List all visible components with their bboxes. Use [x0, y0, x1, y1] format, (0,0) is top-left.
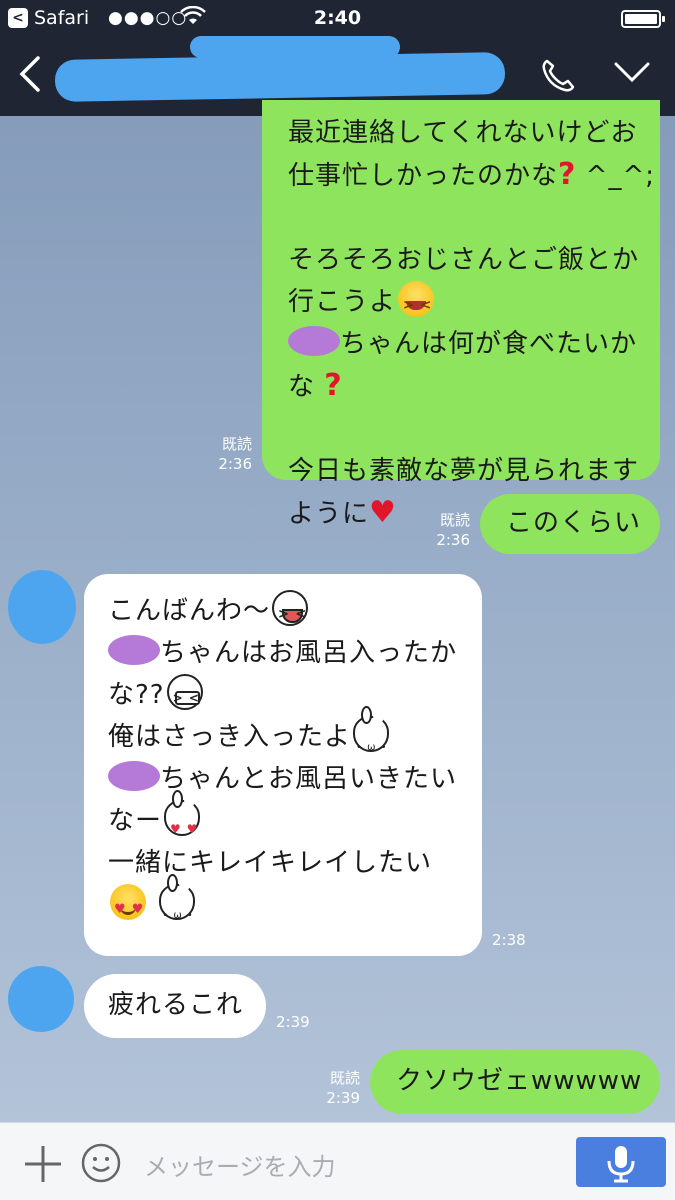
heart-eyes-emoji-icon — [110, 884, 146, 931]
message-meta: 既読 2:39 — [308, 1068, 360, 1108]
contact-avatar[interactable] — [8, 570, 76, 644]
heart-icon: ♥ — [369, 495, 397, 530]
microphone-icon — [607, 1146, 635, 1183]
redacted-contact-name — [54, 52, 506, 102]
message-input[interactable]: メッセージを入力 — [144, 1147, 336, 1182]
laughing-face-icon — [272, 590, 309, 636]
read-receipt: 既読 — [329, 1069, 360, 1087]
message-line: ちゃんはお風呂入ったか — [160, 638, 458, 668]
emoji-icon[interactable] — [80, 1142, 122, 1188]
redacted-name — [108, 635, 160, 665]
mic-button[interactable] — [576, 1137, 666, 1187]
message-bubble-incoming[interactable]: こんばんわ〜 ちゃんはお風呂入ったか な?? 俺はさっき入ったよ ちゃんとお風呂… — [84, 574, 482, 956]
message-bubble-outgoing[interactable]: 最近連絡してくれないけどお 仕事忙しかったのかな? ^_^; そろそろおじさんと… — [262, 100, 660, 530]
message-text: クソウゼェwwwww — [396, 1066, 643, 1096]
message-bubble-outgoing[interactable]: クソウゼェwwwww — [370, 1050, 660, 1114]
message-line: 今日も素敵な夢が見られます — [288, 456, 640, 486]
message-line: 最近連絡してくれないけどお — [288, 118, 638, 148]
message-line: な?? — [108, 680, 165, 710]
question-mark-icon: ? — [324, 368, 343, 403]
message-line: こんばんわ〜 — [108, 596, 271, 626]
message-time: 2:38 — [492, 931, 526, 949]
message-text: 疲れるこれ — [108, 990, 244, 1020]
message-time: 2:39 — [326, 1089, 360, 1107]
bunny-icon — [353, 706, 390, 769]
message-line: ちゃんは何が食べたいか — [340, 329, 638, 359]
read-receipt: 既読 — [221, 435, 252, 453]
status-time: 2:40 — [313, 7, 362, 29]
phone-icon[interactable] — [538, 56, 578, 100]
message-line: ちゃんとお風呂いきたい — [160, 764, 458, 794]
message-line: ように — [288, 499, 370, 529]
message-bubble-outgoing[interactable]: このくらい — [480, 494, 660, 554]
message-line: 俺はさっき入ったよ — [108, 722, 352, 752]
message-input-bar: メッセージを入力 — [0, 1122, 675, 1200]
message-time: 2:36 — [436, 531, 470, 549]
message-bubble-incoming[interactable]: 疲れるこれ — [84, 974, 266, 1038]
message-meta: 既読 2:36 — [418, 510, 470, 550]
message-line: そろそろおじさんとご飯とか — [288, 245, 640, 275]
chevron-left-icon[interactable] — [14, 54, 44, 98]
redacted-contact-name-top — [190, 36, 400, 58]
message-line: 一緒にキレイキレイしたい — [108, 848, 433, 878]
message-line-suffix: ^_^; — [576, 161, 656, 191]
read-receipt: 既読 — [439, 511, 470, 529]
bunny-laughing-icon — [159, 874, 196, 937]
message-line: な — [288, 372, 316, 402]
chevron-down-icon[interactable] — [612, 58, 652, 92]
message-meta: 既読 2:36 — [200, 434, 252, 474]
battery-icon — [621, 10, 665, 28]
redacted-name — [108, 761, 160, 791]
redacted-name — [288, 326, 340, 356]
message-text: このくらい — [506, 508, 642, 538]
question-mark-icon: ? — [558, 157, 577, 192]
status-bar: < Safari ●●●○○ 2:40 — [0, 0, 675, 36]
laughing-emoji-icon — [398, 281, 435, 327]
message-time: 2:36 — [218, 455, 252, 473]
contact-avatar[interactable] — [8, 966, 74, 1032]
bunny-heart-eyes-icon — [164, 790, 201, 850]
message-line: 行こうよ — [288, 287, 397, 317]
message-time: 2:39 — [276, 1013, 310, 1031]
grinning-face-icon — [166, 674, 203, 719]
message-line: 仕事忙しかったのかな — [288, 161, 559, 191]
plus-icon[interactable] — [22, 1143, 64, 1189]
message-line: なー — [108, 806, 163, 836]
